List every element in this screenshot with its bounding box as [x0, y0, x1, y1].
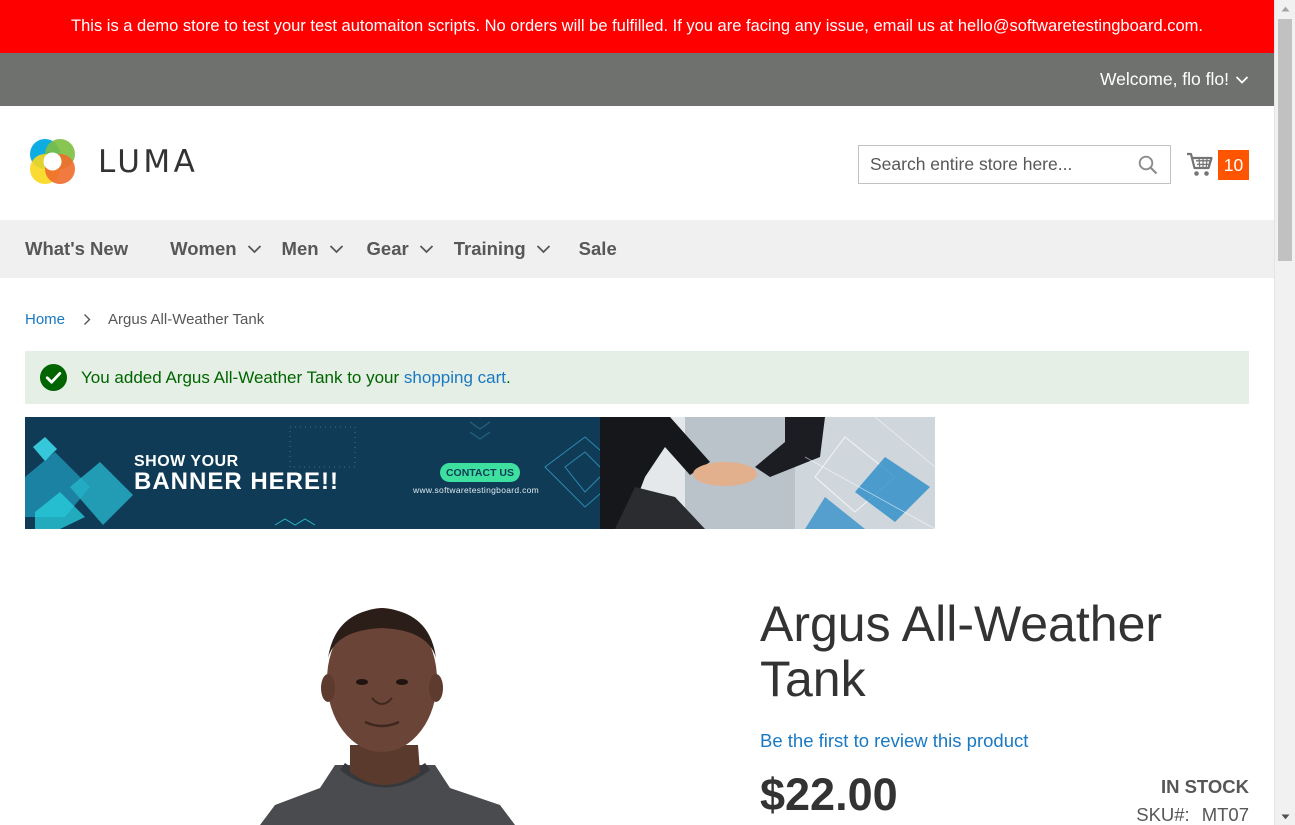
message-prefix: You added Argus All-Weather Tank to your	[81, 367, 404, 387]
nav-item-label: Men	[281, 238, 319, 259]
breadcrumb-home-link[interactable]: Home	[25, 311, 65, 328]
nav-item-label: Gear	[366, 238, 409, 259]
demo-notice-text: This is a demo store to test your test a…	[71, 17, 1203, 35]
banner-contact-button[interactable]: CONTACT US	[440, 463, 520, 482]
nav-item-sale[interactable]: Sale	[579, 238, 617, 260]
nav-item-label: Sale	[578, 238, 617, 259]
welcome-text: Welcome, flo flo!	[1099, 69, 1229, 89]
chevron-down-icon	[329, 244, 344, 254]
logo-text: LUMA	[98, 143, 199, 180]
sku-value: MT07	[1201, 804, 1249, 825]
scroll-up-icon[interactable]	[1275, 0, 1295, 17]
vertical-scrollbar[interactable]	[1274, 0, 1295, 825]
banner-url: www.softwaretestingboard.com	[413, 485, 540, 495]
search-icon[interactable]	[1138, 155, 1158, 175]
nav-item-label: What's New	[25, 238, 129, 259]
product-price: $22.00	[760, 769, 898, 820]
nav-item-training[interactable]: Training	[454, 238, 551, 260]
message-suffix: .	[505, 367, 511, 387]
nav-item-women[interactable]: Women	[170, 238, 261, 260]
demo-notice-bar: This is a demo store to test your test a…	[0, 0, 1274, 53]
breadcrumb-current: Argus All-Weather Tank	[108, 311, 265, 328]
product-image[interactable]	[240, 600, 560, 825]
success-message: You added Argus All-Weather Tank to your…	[25, 351, 1249, 404]
header-panel: Welcome, flo flo!	[0, 53, 1274, 106]
success-message-text: You added Argus All-Weather Tank to your…	[81, 368, 511, 388]
review-link[interactable]: Be the first to review this product	[760, 730, 1028, 752]
check-circle-icon	[40, 364, 67, 391]
product-title: Argus All-Weather Tank	[760, 596, 1163, 707]
chevron-down-icon	[1235, 75, 1249, 85]
product-sku: SKU#: MT07	[1136, 804, 1249, 825]
scrollbar-thumb[interactable]	[1278, 19, 1292, 261]
header: LUMA 10	[0, 106, 1274, 220]
shopping-cart-link[interactable]: shopping cart	[404, 368, 506, 387]
nav-item-gear[interactable]: Gear	[367, 238, 434, 260]
chevron-down-icon	[536, 244, 551, 254]
sku-label: SKU#:	[1136, 804, 1190, 825]
nav-item-men[interactable]: Men	[282, 238, 344, 260]
product-photo	[260, 608, 515, 825]
chevron-down-icon	[247, 244, 262, 254]
banner-headline-line2: BANNER HERE!!	[134, 468, 339, 495]
cart-icon	[1186, 152, 1214, 178]
customer-welcome-menu[interactable]: Welcome, flo flo!	[1100, 69, 1249, 90]
nav-item-whats-new[interactable]: What's New	[25, 238, 128, 260]
page: This is a demo store to test your test a…	[0, 0, 1274, 825]
search-box	[858, 145, 1171, 184]
nav-item-label: Women	[170, 238, 237, 259]
promo-banner[interactable]: SHOW YOUR BANNER HERE!! CONTACT US www.s…	[25, 417, 935, 529]
search-input[interactable]	[859, 146, 1130, 183]
cart-count-badge: 10	[1218, 150, 1249, 180]
chevron-down-icon	[419, 244, 434, 254]
breadcrumb: Home Argus All-Weather Tank	[25, 311, 264, 328]
minicart-button[interactable]: 10	[1186, 150, 1249, 180]
main-navigation: What's New Women Men Gear Training Sale	[0, 220, 1274, 278]
nav-item-label: Training	[453, 238, 526, 259]
stock-status: IN STOCK	[1160, 776, 1249, 797]
chevron-right-icon	[83, 313, 91, 326]
luma-logo[interactable]: LUMA	[25, 134, 198, 189]
luma-logo-mark	[25, 134, 80, 189]
scroll-down-icon[interactable]	[1275, 808, 1295, 825]
